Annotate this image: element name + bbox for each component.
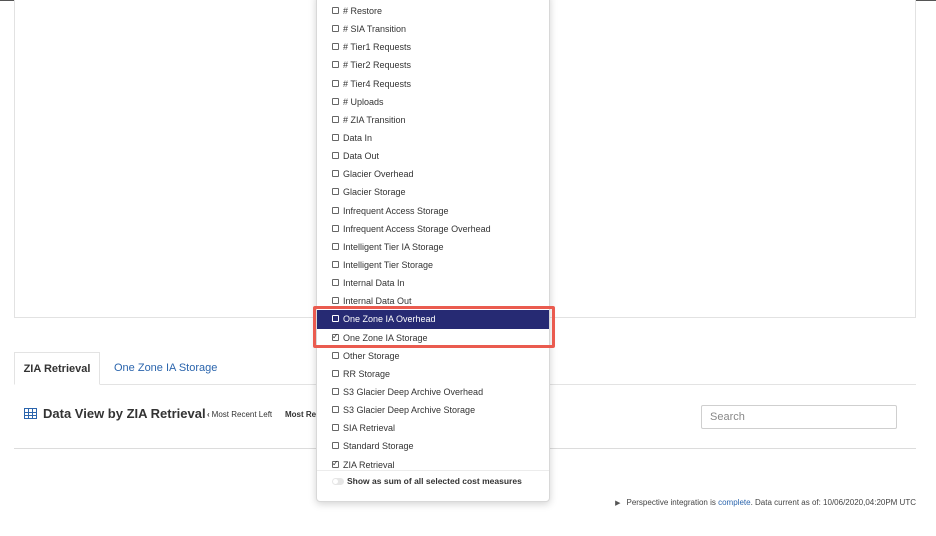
data-view-title: Data View by ZIA Retrieval <box>43 406 206 421</box>
measure-option[interactable]: Infrequent Access Storage Overhead <box>317 220 549 238</box>
checkbox-icon[interactable] <box>332 97 339 105</box>
measure-option[interactable]: RR Storage <box>317 365 549 383</box>
checkbox-icon[interactable] <box>332 351 339 359</box>
data-current-text: . Data current as of: 10/06/2020,04:20PM… <box>750 498 916 507</box>
measure-option[interactable]: S3 Glacier Deep Archive Overhead <box>317 383 549 401</box>
measure-option[interactable]: # Restore <box>317 2 549 20</box>
measure-option[interactable]: # Uploads <box>317 93 549 111</box>
measure-option[interactable]: Other Storage <box>317 347 549 365</box>
search-input[interactable] <box>701 405 897 429</box>
measure-option[interactable]: Data Out <box>317 147 549 165</box>
tab-one-zone-ia-storage[interactable]: One Zone IA Storage <box>114 352 217 384</box>
measure-option[interactable]: S3 Glacier Deep Archive Storage <box>317 401 549 419</box>
measure-option-label: S3 Glacier Deep Archive Storage <box>343 405 476 416</box>
checkbox-icon[interactable] <box>332 170 339 178</box>
measure-option[interactable]: Glacier Overhead <box>317 165 549 183</box>
measure-option-label: Internal Data Out <box>343 296 412 307</box>
measure-option-label: Intelligent Tier IA Storage <box>343 241 444 252</box>
checkbox-icon[interactable] <box>332 369 339 377</box>
sum-toggle-label: Show as sum of all selected cost measure… <box>347 476 522 486</box>
measure-option[interactable]: # SIA Transition <box>317 20 549 38</box>
chevron-left-icon: ‹ <box>207 410 210 419</box>
checkbox-icon[interactable] <box>332 224 339 232</box>
sum-toggle-switch[interactable] <box>332 478 344 485</box>
checkbox-icon[interactable] <box>332 79 339 87</box>
measure-option[interactable]: Internal Data Out <box>317 292 549 310</box>
measure-option[interactable]: # Tier2 Requests <box>317 56 549 74</box>
measure-option-label: # Uploads <box>343 96 384 107</box>
measure-option[interactable]: Standard Storage <box>317 437 549 455</box>
integration-status-prefix: Perspective integration is <box>626 498 716 507</box>
measure-option[interactable]: Data In <box>317 129 549 147</box>
most-recent-left-label: Most Recent Left <box>211 410 273 419</box>
measure-option[interactable]: # Tier4 Requests <box>317 75 549 93</box>
measure-option-label: # Tier1 Requests <box>343 42 412 53</box>
cost-measure-dropdown: # Restore # SIA Transition # Tier1 Request… <box>316 0 550 502</box>
checkbox-icon[interactable] <box>332 406 339 414</box>
measure-option-label: Standard Storage <box>343 441 414 452</box>
table-grid-icon <box>24 408 37 419</box>
measure-option-label: ZIA Retrieval <box>343 459 395 470</box>
measure-option-label: SIA Retrieval <box>343 423 396 434</box>
measure-option[interactable]: # ZIA Transition <box>317 111 549 129</box>
caret-right-icon[interactable]: ▶ <box>615 500 620 507</box>
most-recent-left-toggle[interactable]: ‹ Most Recent Left <box>207 410 272 419</box>
measure-option-label: Data In <box>343 132 373 143</box>
checkbox-icon[interactable] <box>332 115 339 123</box>
checkbox-icon[interactable] <box>332 424 339 432</box>
checkbox-icon[interactable] <box>332 279 339 287</box>
measure-option[interactable]: Internal Data In <box>317 274 549 292</box>
checkbox-icon[interactable] <box>332 188 339 196</box>
dropdown-footer: Show as sum of all selected cost measure… <box>317 470 549 501</box>
measure-option-label: RR Storage <box>343 368 391 379</box>
measure-option[interactable]: One Zone IA Storage <box>317 329 549 347</box>
measure-option[interactable]: # Tier1 Requests <box>317 38 549 56</box>
measure-option-label: One Zone IA Overhead <box>343 314 436 325</box>
checkbox-icon[interactable] <box>332 43 339 51</box>
measure-option[interactable]: One Zone IA Overhead <box>317 310 549 329</box>
checkbox-icon[interactable] <box>332 61 339 69</box>
measure-option-label: Infrequent Access Storage Overhead <box>343 223 491 234</box>
measure-option-label: # Tier4 Requests <box>343 78 412 89</box>
measure-option-label: Internal Data In <box>343 278 405 289</box>
measure-option-label: Infrequent Access Storage <box>343 205 449 216</box>
checkbox-icon[interactable] <box>332 152 339 160</box>
checkbox-icon[interactable] <box>332 206 339 214</box>
integration-status: ▶ Perspective integration is complete. Da… <box>615 498 916 507</box>
measure-option-label: Glacier Storage <box>343 187 406 198</box>
checkbox-icon[interactable] <box>332 7 339 14</box>
checkbox-icon[interactable] <box>332 260 339 268</box>
cost-measure-list: # Restore # SIA Transition # Tier1 Request… <box>317 2 549 474</box>
checked-checkbox-icon[interactable] <box>332 330 339 344</box>
measure-option-label: # Tier2 Requests <box>343 60 412 71</box>
measure-option-label: S3 Glacier Deep Archive Overhead <box>343 386 484 397</box>
checkbox-icon[interactable] <box>332 133 339 141</box>
tab-zia-retrieval[interactable]: ZIA Retrieval <box>14 352 100 385</box>
measure-option-label: Glacier Overhead <box>343 169 414 180</box>
measure-option-label: Data Out <box>343 151 380 162</box>
measure-option[interactable]: Infrequent Access Storage <box>317 202 549 220</box>
checkbox-icon[interactable] <box>332 442 339 450</box>
measure-option-label: Other Storage <box>343 350 400 361</box>
checkbox-icon[interactable] <box>332 297 339 305</box>
measure-option-label: Intelligent Tier Storage <box>343 259 434 270</box>
measure-option[interactable]: SIA Retrieval <box>317 419 549 437</box>
measure-option[interactable]: Intelligent Tier Storage <box>317 256 549 274</box>
measure-option-label: # ZIA Transition <box>343 114 406 125</box>
measure-option-label: # Restore <box>343 6 383 16</box>
checkbox-icon[interactable] <box>332 387 339 395</box>
checked-checkbox-icon[interactable] <box>332 457 339 471</box>
measure-option[interactable]: Intelligent Tier IA Storage <box>317 238 549 256</box>
checkbox-icon[interactable] <box>332 25 339 33</box>
checkbox-icon[interactable] <box>332 315 339 323</box>
measure-option-label: One Zone IA Storage <box>343 332 428 343</box>
integration-complete-link[interactable]: complete <box>718 498 750 507</box>
measure-option[interactable]: Glacier Storage <box>317 183 549 201</box>
checkbox-icon[interactable] <box>332 242 339 250</box>
measure-option-label: # SIA Transition <box>343 24 407 35</box>
